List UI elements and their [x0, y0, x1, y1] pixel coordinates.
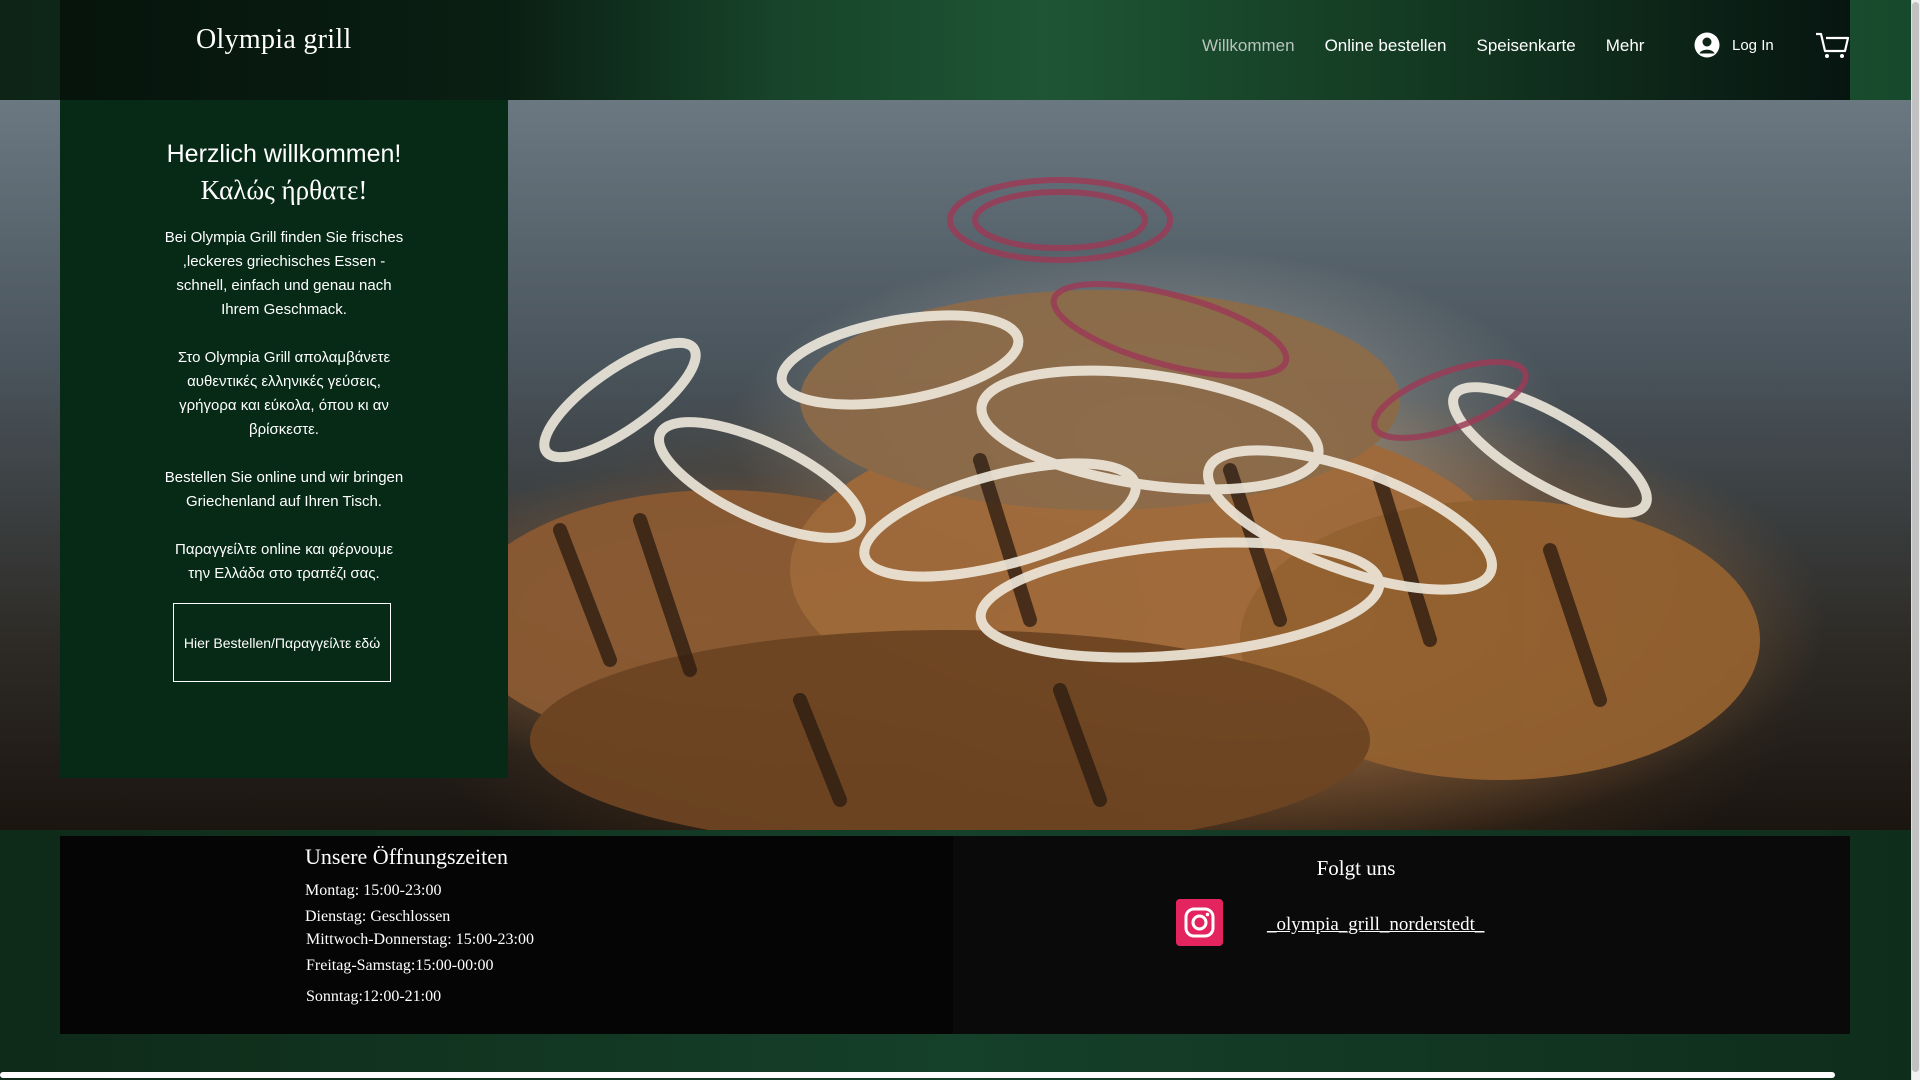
- order-here-button[interactable]: Hier Bestellen/Παραγγείλτε εδώ: [173, 603, 391, 682]
- welcome-panel: Herzlich willkommen! Καλώς ήρθατε! Bei O…: [60, 100, 508, 778]
- instagram-icon[interactable]: [1176, 899, 1223, 946]
- nav-item-online-bestellen[interactable]: Online bestellen: [1325, 36, 1447, 56]
- hours-line-sunday: Sonntag:12:00-21:00: [306, 988, 442, 1005]
- vertical-scrollbar-track[interactable]: [1911, 0, 1920, 1080]
- social-section: Folgt uns _olympia_grill_norderstedt_: [953, 836, 1850, 1034]
- welcome-paragraph-gr-2: Παραγγείλτε online και φέρνουμε την Ελλά…: [174, 541, 394, 582]
- vertical-scrollbar-thumb[interactable]: [1912, 2, 1919, 1072]
- main-navigation: Willkommen Online bestellen Speisenkarte…: [1202, 36, 1674, 56]
- hours-line-tuesday: Dienstag: Geschlossen: [305, 908, 451, 925]
- horizontal-scrollbar[interactable]: [0, 1072, 1835, 1078]
- follow-us-title: Folgt uns: [1316, 856, 1396, 880]
- opening-hours-section: Unsere Öffnungszeiten Montag: 15:00-23:0…: [60, 836, 953, 1034]
- nav-item-speisenkarte[interactable]: Speisenkarte: [1476, 36, 1575, 56]
- nav-item-mehr[interactable]: Mehr: [1606, 36, 1645, 56]
- hours-line-fri-sat: Freitag-Samstag:15:00-00:00: [306, 957, 494, 974]
- welcome-paragraph-de-1: Bei Olympia Grill finden Sie frisches ,l…: [164, 229, 404, 318]
- shopping-cart-icon[interactable]: [1815, 30, 1849, 60]
- instagram-handle-link[interactable]: _olympia_grill_norderstedt_: [1267, 914, 1484, 936]
- site-logo[interactable]: Olympia grill: [196, 24, 352, 56]
- hours-line-monday: Montag: 15:00-23:00: [305, 882, 442, 899]
- user-avatar-icon: [1694, 32, 1720, 58]
- login-label: Log In: [1732, 36, 1774, 54]
- login-button[interactable]: Log In: [1694, 32, 1774, 58]
- opening-hours-title: Unsere Öffnungszeiten: [305, 844, 509, 869]
- welcome-paragraph-de-2: Bestellen Sie online und wir bringen Gri…: [164, 469, 404, 510]
- site-header: Olympia grill Willkommen Online bestelle…: [60, 0, 1850, 100]
- nav-item-willkommen[interactable]: Willkommen: [1202, 36, 1295, 56]
- welcome-paragraph-gr-1: Στο Olympia Grill απολαμβάνετε αυθεντικέ…: [177, 349, 391, 438]
- welcome-title: Herzlich willkommen!: [166, 140, 402, 168]
- welcome-title-greek: Καλώς ήρθατε!: [200, 175, 368, 205]
- hours-line-wed-thu: Mittwoch-Donnerstag: 15:00-23:00: [306, 931, 534, 948]
